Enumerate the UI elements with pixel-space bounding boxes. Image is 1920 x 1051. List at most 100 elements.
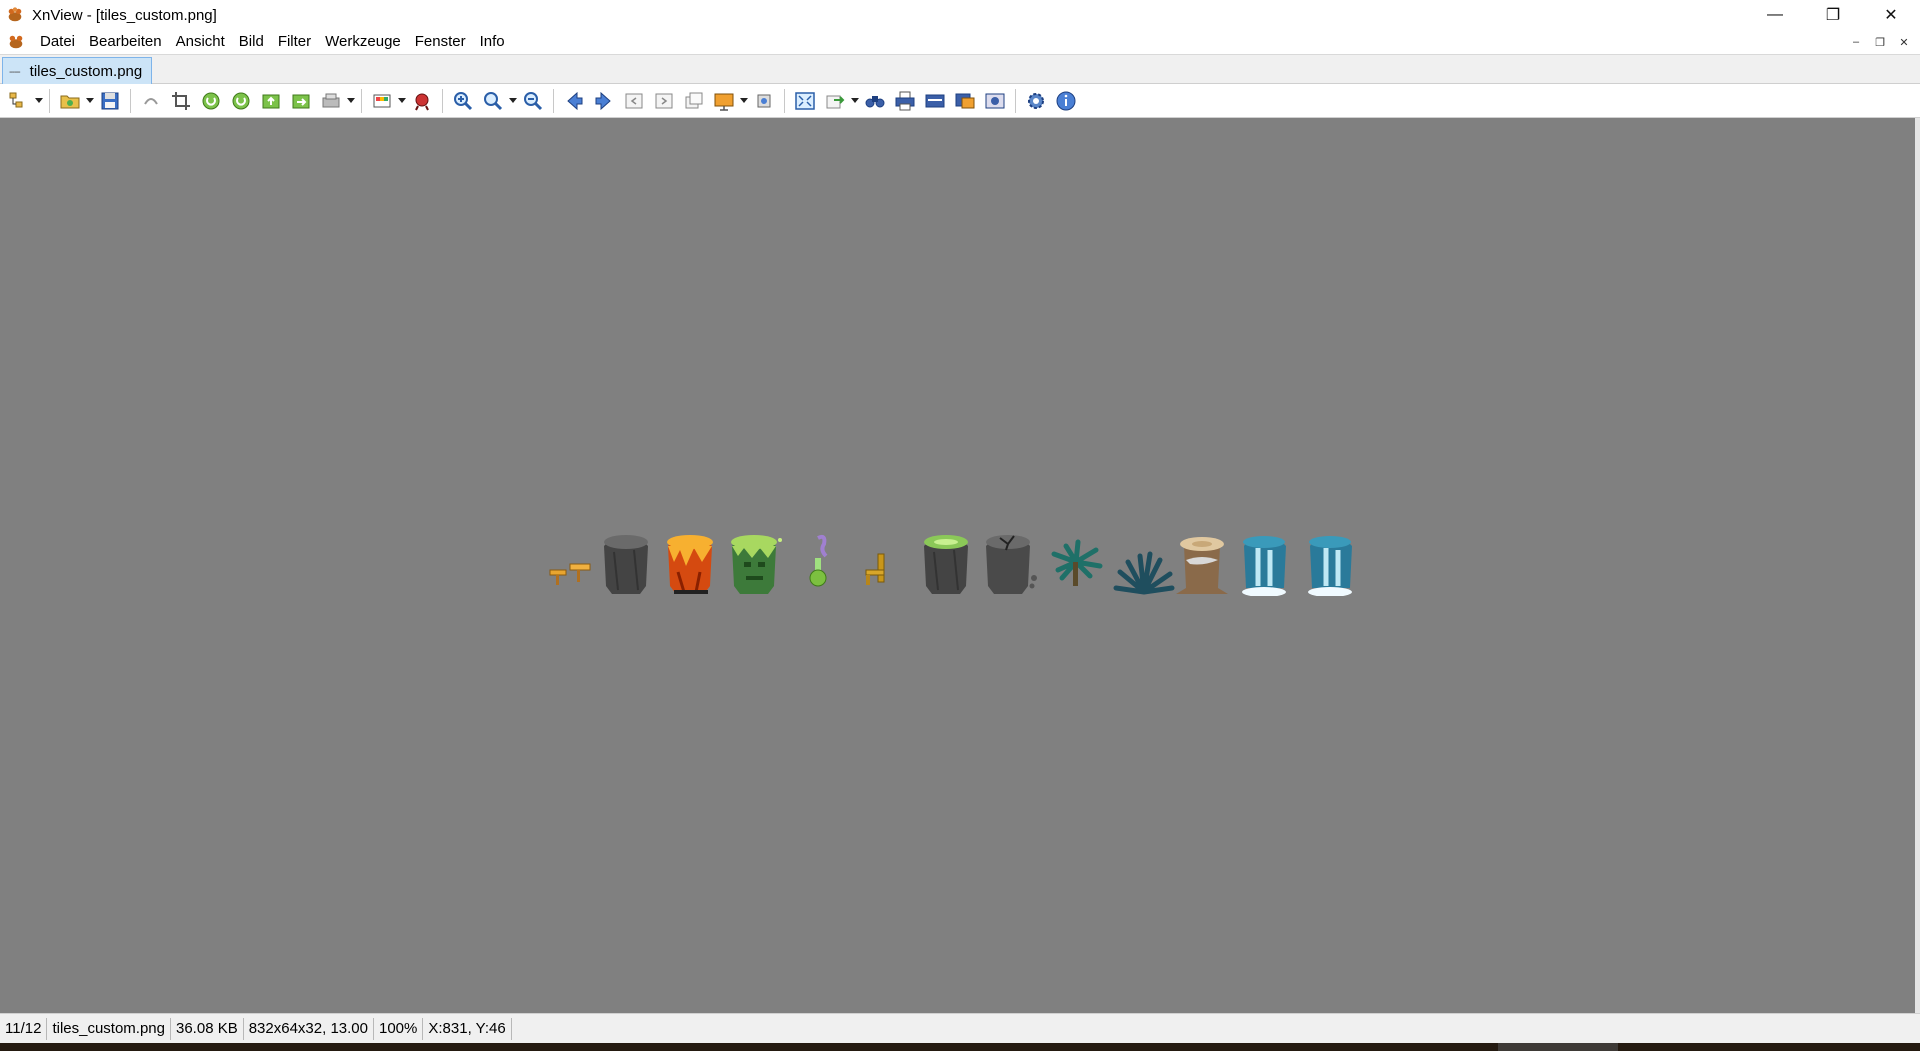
menu-fenster[interactable]: Fenster — [408, 30, 473, 54]
toolbar-separator — [130, 88, 131, 113]
window-title: XnView - [tiles_custom.png] — [32, 6, 217, 24]
window-button[interactable] — [679, 87, 709, 115]
open-dropdown[interactable] — [85, 87, 95, 115]
teal-palm-tile — [1051, 539, 1103, 586]
first-button[interactable] — [619, 87, 649, 115]
menu-bild[interactable]: Bild — [232, 30, 271, 54]
menu-ansicht[interactable]: Ansicht — [169, 30, 232, 54]
mdi-restore-button[interactable]: ❐ — [1868, 33, 1892, 51]
main-toolbar — [0, 84, 1920, 118]
rotate-left-icon — [202, 92, 220, 109]
forward-arrow-icon — [595, 91, 611, 110]
menu-filter[interactable]: Filter — [271, 30, 318, 54]
convert-button[interactable] — [950, 87, 980, 115]
slime-rock-pillar-tile — [924, 535, 968, 594]
info-icon — [1056, 91, 1076, 110]
effects-icon — [415, 93, 429, 110]
toolbar-separator — [49, 88, 50, 113]
menu-werkzeuge[interactable]: Werkzeuge — [318, 30, 408, 54]
convert-icon — [955, 93, 975, 108]
slideshow-button[interactable] — [709, 87, 739, 115]
zoom-button[interactable] — [478, 87, 508, 115]
taskbar-thumb — [1498, 1043, 1618, 1051]
purple-potion-tile — [809, 534, 828, 587]
vertical-scrollbar[interactable] — [1915, 118, 1920, 1013]
resize-button[interactable] — [256, 87, 286, 115]
flip-button[interactable] — [286, 87, 316, 115]
last-button[interactable] — [649, 87, 679, 115]
undo-icon — [144, 97, 158, 105]
save-button[interactable] — [95, 87, 125, 115]
status-index: 11/12 — [0, 1017, 48, 1040]
print-button[interactable] — [890, 87, 920, 115]
rotate-left-button[interactable] — [196, 87, 226, 115]
teal-fern-tile — [1113, 551, 1175, 595]
window-icon — [685, 92, 703, 108]
tab-label: tiles_custom.png — [29, 63, 143, 80]
crop-icon — [172, 91, 190, 110]
tiles-custom-image — [549, 534, 1352, 596]
settings-button[interactable] — [1021, 87, 1051, 115]
next-button[interactable] — [589, 87, 619, 115]
browser-button[interactable] — [4, 87, 34, 115]
slideshow-dropdown[interactable] — [739, 87, 749, 115]
acquire-button[interactable] — [316, 87, 346, 115]
back-arrow-icon — [567, 91, 583, 110]
export-button[interactable] — [820, 87, 850, 115]
image-canvas[interactable] — [0, 118, 1920, 1013]
rotate-right-icon — [232, 92, 250, 109]
effects-button[interactable] — [407, 87, 437, 115]
info-button[interactable] — [1051, 87, 1081, 115]
menu-bearbeiten[interactable]: Bearbeiten — [82, 30, 169, 54]
palette-dropdown[interactable] — [397, 87, 407, 115]
screenshot-button[interactable] — [980, 87, 1010, 115]
capture-button[interactable] — [749, 87, 779, 115]
browser-dropdown[interactable] — [34, 87, 44, 115]
menu-info[interactable]: Info — [473, 30, 512, 54]
menu-datei[interactable]: Datei — [33, 30, 82, 54]
toolbar-separator — [442, 88, 443, 113]
status-filename: tiles_custom.png — [47, 1017, 171, 1040]
zoom-in-icon — [454, 91, 473, 110]
document-system-menu-icon[interactable] — [7, 33, 25, 51]
close-button[interactable]: ✕ — [1862, 0, 1920, 30]
print-icon — [895, 91, 915, 110]
title-bar: XnView - [tiles_custom.png] — ❐ ✕ — [0, 0, 1920, 30]
flip-image-icon — [292, 94, 310, 108]
dark-rock-pillar-tile — [604, 535, 648, 594]
waterfall-right-tile — [1308, 536, 1352, 596]
open-folder-icon — [60, 95, 80, 108]
mdi-minimize-button[interactable]: – — [1844, 33, 1868, 51]
zoom-out-button[interactable] — [518, 87, 548, 115]
undo-button[interactable] — [136, 87, 166, 115]
search-button[interactable] — [860, 87, 890, 115]
tab-tiles-custom[interactable]: ---- tiles_custom.png — [2, 57, 152, 85]
toolbar-separator — [784, 88, 785, 113]
status-coordinates: X:831, Y:46 — [423, 1017, 512, 1040]
zoom-out-icon — [524, 91, 543, 110]
minimize-button[interactable]: — — [1746, 0, 1804, 30]
acquire-dropdown[interactable] — [346, 87, 356, 115]
palette-button[interactable] — [367, 87, 397, 115]
slideshow-icon — [714, 93, 734, 111]
fullscreen-icon — [795, 91, 815, 110]
scanner-button[interactable] — [920, 87, 950, 115]
open-button[interactable] — [55, 87, 85, 115]
first-icon — [625, 93, 643, 108]
previous-button[interactable] — [559, 87, 589, 115]
export-dropdown[interactable] — [850, 87, 860, 115]
fullscreen-button[interactable] — [790, 87, 820, 115]
browser-icon — [9, 92, 23, 107]
waterfall-left-tile — [1242, 536, 1286, 596]
mdi-close-button[interactable]: ✕ — [1892, 33, 1916, 51]
zoom-dropdown[interactable] — [508, 87, 518, 115]
acquire-icon — [322, 93, 340, 107]
export-icon — [826, 95, 845, 108]
gear-icon — [1028, 92, 1044, 109]
binoculars-search-icon — [865, 95, 885, 107]
rotate-right-button[interactable] — [226, 87, 256, 115]
xnview-app-icon — [8, 7, 22, 22]
restore-button[interactable]: ❐ — [1804, 0, 1862, 30]
crop-button[interactable] — [166, 87, 196, 115]
zoom-in-button[interactable] — [448, 87, 478, 115]
